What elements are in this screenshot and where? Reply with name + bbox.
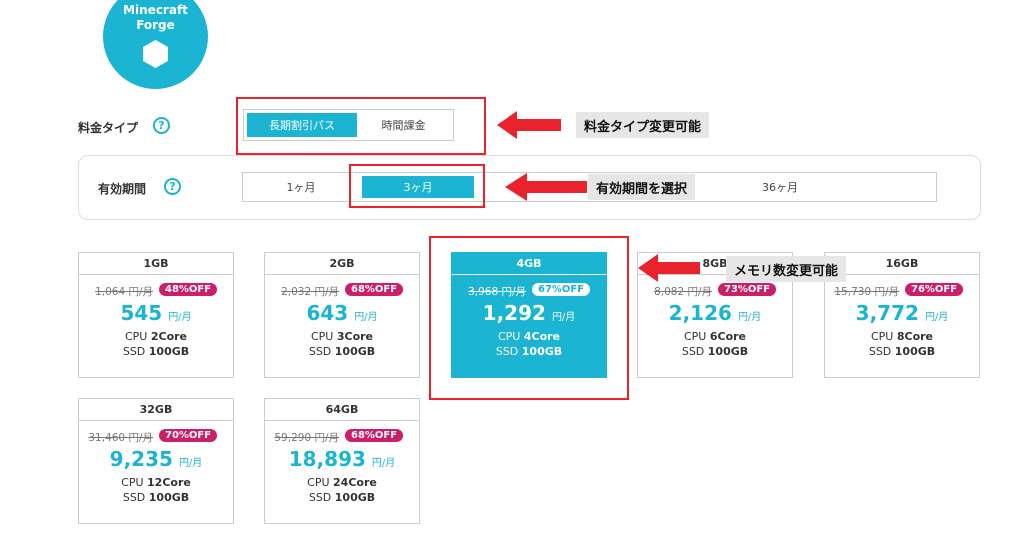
plan-price: 545: [120, 301, 163, 325]
plan-discount-badge: 76%OFF: [905, 283, 964, 296]
plan-cpu: CPU 6Core: [683, 330, 747, 343]
annotation-arrow-left-icon: [497, 111, 561, 139]
plan-price: 643: [306, 301, 349, 325]
plan-card-2gb[interactable]: 2GB 2,032 円/月 68%OFF 643 円/月 CPU 3Core SS…: [264, 252, 420, 378]
plan-price: 9,235: [109, 447, 173, 471]
plan-cpu: CPU 8Core: [870, 330, 934, 343]
plan-original-price: 1,064 円/月: [95, 286, 153, 298]
logo-line-1: Minecraft: [123, 3, 188, 17]
annotation-arrow-left-icon: [505, 173, 587, 201]
logo-line-2: Forge: [136, 18, 175, 32]
plan-discount-badge: 68%OFF: [345, 429, 404, 442]
annotation-box-memory: [429, 236, 629, 400]
plan-price-unit: 円/月: [178, 458, 203, 469]
period-label: 有効期間: [98, 182, 147, 196]
plan-card-1gb[interactable]: 1GB 1,064 円/月 48%OFF 545 円/月 CPU 2Core SS…: [78, 252, 234, 378]
plan-price: 18,893: [288, 447, 366, 471]
plan-memory: 32GB: [79, 399, 233, 421]
plan-original-price: 2,032 円/月: [281, 286, 339, 298]
plan-discount-badge: 70%OFF: [159, 429, 218, 442]
period-option-1-month[interactable]: 1ヶ月: [246, 176, 356, 198]
plan-cpu: CPU 3Core: [310, 330, 374, 343]
plan-ssd: SSD 100GB: [122, 345, 190, 358]
annotation-arrow-left-icon: [638, 254, 700, 282]
annotation-callout-period: 有効期間を選択: [588, 174, 696, 200]
plan-price-unit: 円/月: [168, 312, 192, 323]
plan-discount-badge: 73%OFF: [718, 283, 777, 296]
plan-ssd: SSD 100GB: [308, 345, 376, 358]
plan-original-price: 8,082 円/月: [654, 286, 712, 298]
plan-ssd: SSD 100GB: [868, 345, 936, 358]
plan-memory: 64GB: [265, 399, 419, 421]
period-option-36-months[interactable]: 36ヶ月: [720, 176, 840, 198]
plan-price-unit: 円/月: [371, 458, 396, 469]
plan-memory: 2GB: [265, 253, 419, 275]
plan-card-16gb[interactable]: 16GB 15,730 円/月 76%OFF 3,772 円/月 CPU 8Cor…: [824, 252, 980, 378]
plan-cpu: CPU 2Core: [124, 330, 188, 343]
plan-ssd: SSD 100GB: [122, 491, 190, 504]
plan-discount-badge: 68%OFF: [345, 283, 404, 296]
plan-price-unit: 円/月: [737, 312, 762, 323]
annotation-callout-memory: メモリ数変更可能: [726, 256, 847, 282]
plan-memory: 16GB: [825, 253, 979, 275]
cube-icon: [143, 40, 168, 68]
plan-price: 3,772: [855, 301, 919, 325]
logo-text: Minecraft Forge: [103, 3, 208, 33]
plan-cpu: CPU 12Core: [121, 476, 191, 489]
plan-original-price: 15,730 円/月: [834, 286, 899, 298]
annotation-callout-pricing-type: 料金タイプ変更可能: [576, 112, 710, 138]
plan-ssd: SSD 100GB: [308, 491, 376, 504]
plan-card-32gb[interactable]: 32GB 31,460 円/月 70%OFF 9,235 円/月 CPU 12Co…: [78, 398, 234, 524]
plan-ssd: SSD 100GB: [681, 345, 749, 358]
plan-price-unit: 円/月: [924, 312, 949, 323]
plan-cpu: CPU 24Core: [307, 476, 377, 489]
plan-original-price: 31,460 円/月: [88, 432, 153, 444]
annotation-box-period: [349, 164, 485, 208]
plan-original-price: 59,290 円/月: [274, 432, 339, 444]
plan-card-64gb[interactable]: 64GB 59,290 円/月 68%OFF 18,893 円/月 CPU 24C…: [264, 398, 420, 524]
period-help-icon[interactable]: ?: [164, 178, 181, 195]
plan-price: 2,126: [668, 301, 732, 325]
pricing-type-help-icon[interactable]: ?: [153, 117, 170, 134]
minecraft-forge-logo: Minecraft Forge: [103, 0, 208, 89]
plan-memory: 1GB: [79, 253, 233, 275]
annotation-box-pricing-type: [236, 97, 486, 155]
plan-discount-badge: 48%OFF: [159, 283, 218, 296]
plan-price-unit: 円/月: [354, 312, 378, 323]
pricing-type-label: 料金タイプ: [78, 121, 139, 135]
